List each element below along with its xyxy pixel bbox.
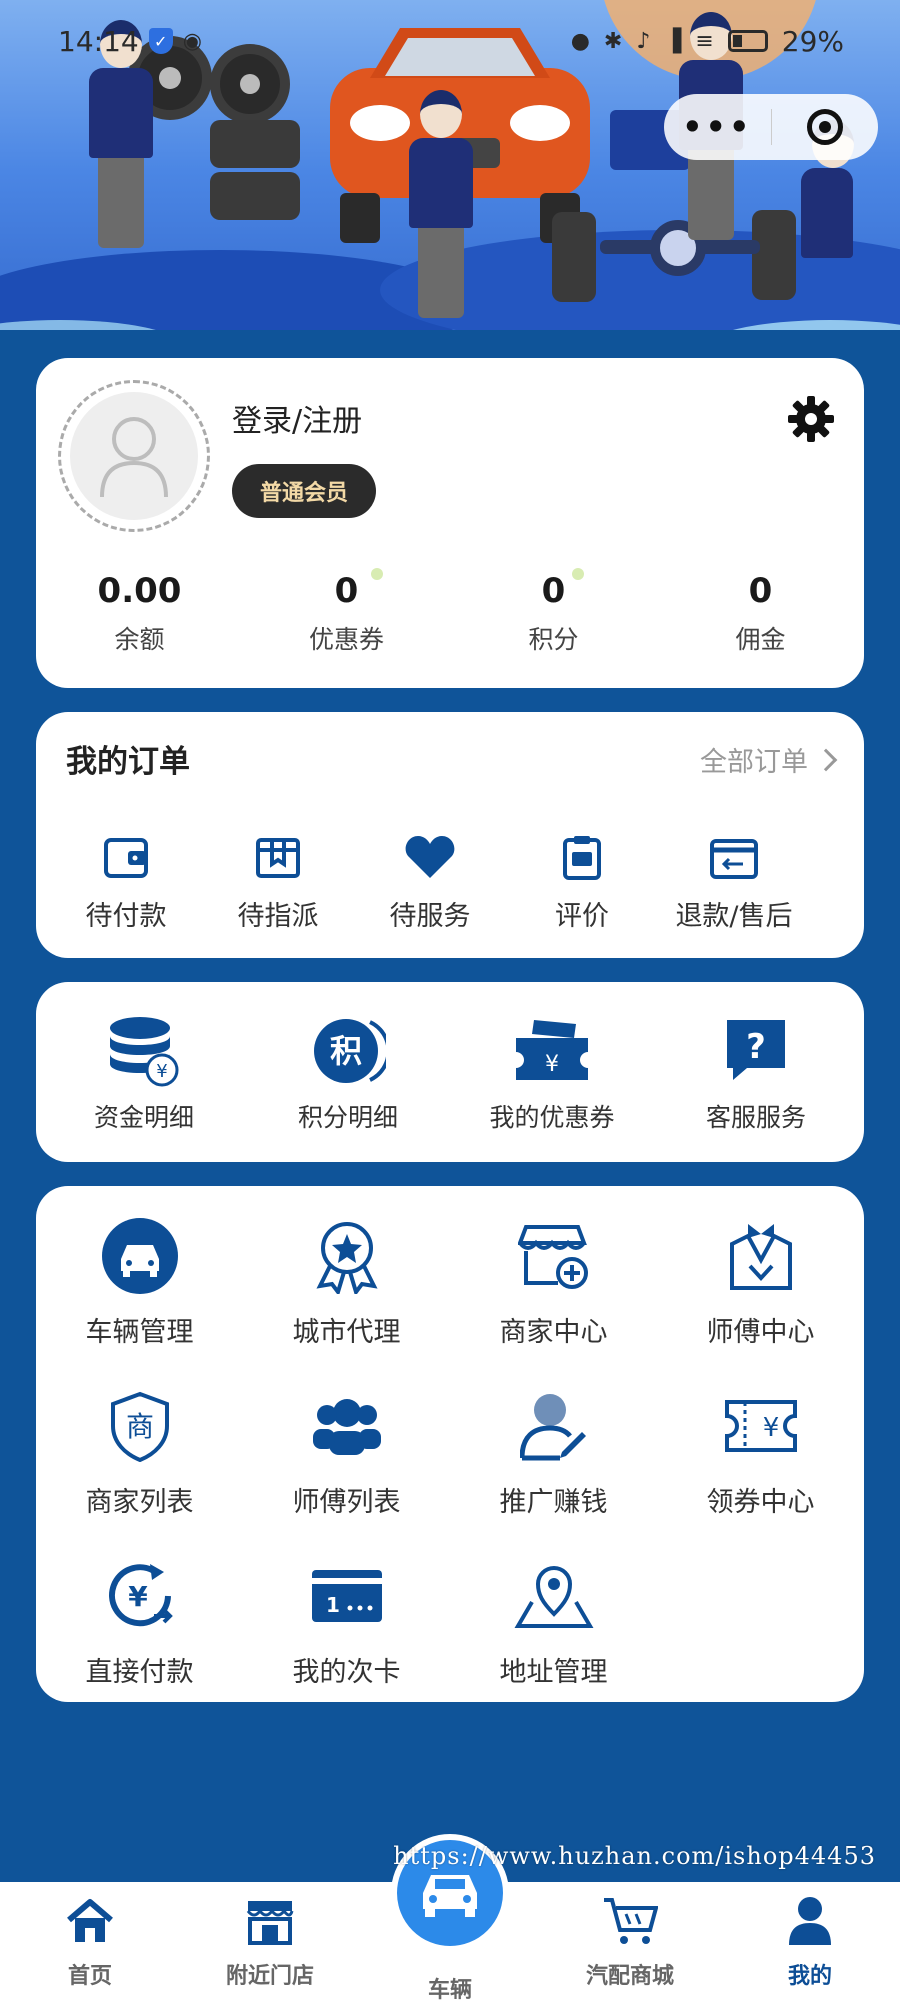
- new-dot: [572, 568, 584, 580]
- mechanic-illustration: [409, 90, 473, 318]
- services-card: 车辆管理 城市代理 商家中心 师傅中心 商 商家列表 师傅列表 推广赚钱 ¥ 领…: [36, 1186, 864, 1702]
- customer-service[interactable]: ? 客服服务: [654, 1014, 858, 1134]
- shield-icon: ✓: [148, 28, 173, 54]
- coins-icon: ¥: [110, 1017, 179, 1087]
- nav-mine[interactable]: 我的: [720, 1882, 900, 2000]
- coupon-icon: ¥: [516, 1020, 588, 1080]
- order-review[interactable]: 评价: [506, 830, 658, 933]
- svg-text:积: 积: [330, 1032, 362, 1070]
- box-icon: [256, 838, 300, 878]
- svg-text:?: ?: [746, 1027, 766, 1067]
- all-orders-link[interactable]: 全部订单: [700, 740, 838, 779]
- order-pending-payment[interactable]: 待付款: [50, 830, 202, 933]
- promote-earn[interactable]: 推广赚钱: [450, 1386, 657, 1556]
- user-icon: [789, 1897, 831, 1945]
- mute-icon: ♪: [636, 28, 651, 54]
- stat-coupons[interactable]: 0 优惠券: [243, 568, 450, 656]
- help-icon: ?: [727, 1020, 785, 1080]
- user-placeholder-icon: [100, 417, 168, 498]
- map-pin-icon: [514, 1566, 593, 1628]
- heart-icon: [405, 836, 455, 878]
- svg-text:¥: ¥: [128, 1580, 148, 1613]
- nav-vehicle[interactable]: 车辆: [360, 1834, 540, 2000]
- signal-icon: ▐: [664, 28, 682, 54]
- bottom-nav: 首页 附近门店 车辆 汽配商城 我的: [0, 1834, 900, 2000]
- member-badge: 普通会员: [232, 464, 377, 518]
- vehicle-management[interactable]: 车辆管理: [36, 1216, 243, 1386]
- city-agent[interactable]: 城市代理: [243, 1216, 450, 1386]
- store-icon: [246, 1901, 294, 1945]
- orders-title: 我的订单: [66, 744, 190, 780]
- watermark-text: https://www.huzhan.com/ishop44453: [393, 1842, 876, 1870]
- fund-details[interactable]: ¥ 资金明细: [42, 1014, 246, 1134]
- avatar[interactable]: [58, 380, 210, 532]
- bluetooth-icon: ✱: [603, 28, 623, 54]
- direct-payment[interactable]: ¥ 直接付款: [36, 1556, 243, 1726]
- wallet-icon: [104, 838, 148, 878]
- group-icon: [312, 1399, 381, 1455]
- merchant-shield-icon: 商: [110, 1391, 169, 1462]
- car-icon: [101, 1218, 178, 1294]
- stat-points[interactable]: 0 积分: [450, 568, 657, 656]
- gear-icon[interactable]: [786, 394, 836, 444]
- shop-add-icon: [517, 1225, 588, 1289]
- wifi-icon: ≡: [695, 28, 714, 54]
- master-list[interactable]: 师傅列表: [243, 1386, 450, 1556]
- order-refund[interactable]: 退款/售后: [658, 830, 810, 933]
- svg-text:1: 1: [326, 1593, 340, 1617]
- battery-icon: [727, 30, 768, 52]
- address-management[interactable]: 地址管理: [450, 1556, 657, 1726]
- new-dot: [371, 568, 383, 580]
- order-pending-service[interactable]: 待服务: [354, 830, 506, 933]
- svg-text:¥: ¥: [762, 1413, 779, 1443]
- promote-icon: [519, 1394, 586, 1461]
- nav-home[interactable]: 首页: [0, 1882, 180, 2000]
- profile-stats: 0.00 余额 0 优惠券 0 积分 0 佣金: [36, 568, 864, 656]
- coupon-center[interactable]: ¥ 领券中心: [657, 1386, 864, 1556]
- miniprogram-capsule: •••: [664, 94, 878, 160]
- battery-percent: 29%: [781, 24, 844, 58]
- merchant-center[interactable]: 商家中心: [450, 1216, 657, 1386]
- worker-icon: [729, 1224, 792, 1290]
- ticket-icon: ¥: [724, 1400, 797, 1452]
- nav-parts-mall[interactable]: 汽配商城: [540, 1882, 720, 2000]
- svg-text:¥: ¥: [156, 1061, 167, 1082]
- clipboard-icon: [563, 836, 601, 880]
- stat-commission[interactable]: 0 佣金: [657, 568, 864, 656]
- eye-icon: ◉: [182, 28, 202, 54]
- points-icon: 积: [314, 1019, 386, 1083]
- nfc-icon: ●: [570, 28, 590, 54]
- refund-icon: [710, 839, 758, 879]
- points-details[interactable]: 积 积分明细: [246, 1014, 450, 1134]
- profile-card: 登录/注册 普通会员 0.00 余额 0 优惠券 0 积分 0 佣金: [36, 358, 864, 688]
- svg-text:商: 商: [125, 1410, 153, 1443]
- target-icon[interactable]: [772, 109, 879, 145]
- merchant-list[interactable]: 商 商家列表: [36, 1386, 243, 1556]
- stat-balance[interactable]: 0.00 余额: [36, 568, 243, 656]
- order-pending-assign[interactable]: 待指派: [202, 830, 354, 933]
- award-icon: [315, 1222, 378, 1294]
- my-coupons[interactable]: ¥ 我的优惠券: [450, 1014, 654, 1134]
- login-register-link[interactable]: 登录/注册: [232, 396, 362, 440]
- my-punch-card[interactable]: 1 我的次卡: [243, 1556, 450, 1726]
- more-dots-icon[interactable]: •••: [664, 94, 771, 160]
- nav-nearby-stores[interactable]: 附近门店: [180, 1882, 360, 2000]
- svg-text:¥: ¥: [545, 1052, 559, 1077]
- card-icon: 1: [311, 1570, 382, 1622]
- chevron-right-icon: [814, 748, 838, 771]
- status-bar: 14:14 ✓ ◉ ● ✱ ♪ ▐ ≡ 29%: [0, 18, 900, 64]
- cart-icon: [604, 1898, 658, 1944]
- finance-card: ¥ 资金明细 积 积分明细 ¥ 我的优惠券 ? 客服服务: [36, 982, 864, 1162]
- orders-card: 我的订单 全部订单 待付款 待指派 待服务 评价 退款/售后: [36, 712, 864, 958]
- home-icon: [67, 1899, 113, 1942]
- status-time: 14:14: [58, 24, 139, 58]
- master-center[interactable]: 师傅中心: [657, 1216, 864, 1386]
- car-icon: [423, 1875, 477, 1917]
- pay-icon: ¥: [108, 1564, 173, 1627]
